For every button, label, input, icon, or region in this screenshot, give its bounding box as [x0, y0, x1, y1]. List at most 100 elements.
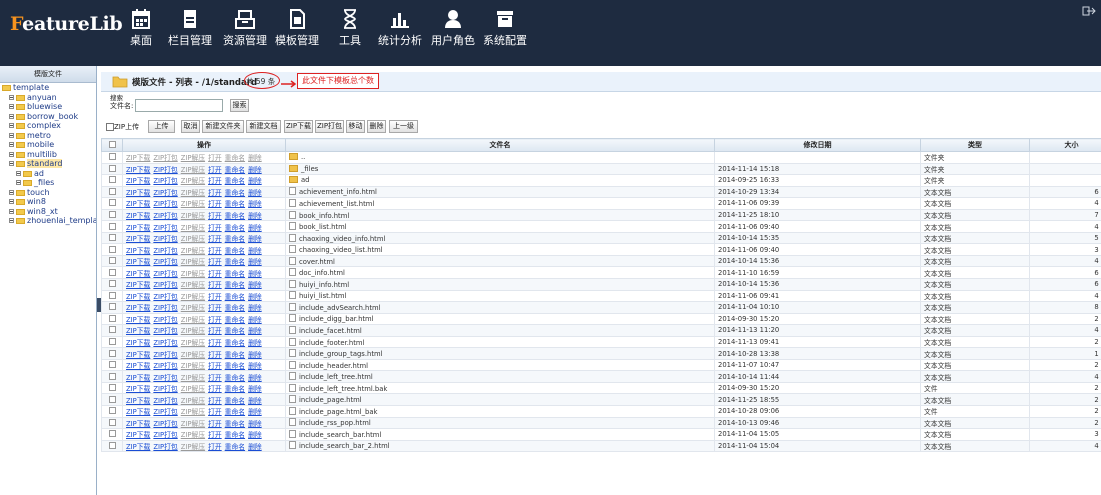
open-link[interactable]: 打开 — [208, 293, 222, 301]
tree-node[interactable]: ad — [0, 169, 96, 179]
table-row[interactable]: ZIP下载 ZIP打包 ZIP解压 打开 重命名 删除 include_facet.html… — [101, 324, 1101, 337]
open-link[interactable]: 打开 — [208, 247, 222, 255]
zip-pack-link[interactable]: ZIP打包 — [153, 293, 177, 301]
zip-download-link[interactable]: ZIP下载 — [126, 420, 150, 428]
row-checkbox[interactable] — [108, 176, 116, 184]
nav-statistics[interactable]: 统计分析 — [376, 8, 424, 60]
open-link[interactable]: 打开 — [208, 316, 222, 324]
open-link[interactable]: 打开 — [208, 351, 222, 359]
zip-download-link[interactable]: ZIP下载 — [126, 374, 150, 382]
delete-link[interactable]: 删除 — [248, 293, 262, 301]
file-name[interactable]: .. — [301, 153, 305, 161]
rename-link[interactable]: 重命名 — [225, 339, 245, 347]
open-link[interactable]: 打开 — [208, 212, 222, 220]
row-checkbox[interactable] — [108, 222, 116, 230]
nav-column-management[interactable]: 栏目管理 — [166, 8, 214, 60]
tree-node[interactable]: bluewise — [0, 102, 96, 112]
zip-pack-link[interactable]: ZIP打包 — [153, 270, 177, 278]
open-link[interactable]: 打开 — [208, 397, 222, 405]
row-checkbox[interactable] — [108, 395, 116, 403]
rename-link[interactable]: 重命名 — [225, 235, 245, 243]
filename-cell[interactable]: include_rss_pop.html — [285, 416, 715, 430]
nav-tools[interactable]: 工具 — [337, 8, 363, 60]
file-name[interactable]: achievement_info.html — [299, 188, 377, 196]
zip-download-link[interactable]: ZIP下载 — [126, 224, 150, 232]
expand-toggle-icon[interactable] — [9, 189, 14, 195]
open-link[interactable]: 打开 — [208, 443, 222, 451]
row-checkbox[interactable] — [108, 338, 116, 346]
open-link[interactable]: 打开 — [208, 431, 222, 439]
zip-download-link[interactable]: ZIP下载 — [126, 362, 150, 370]
tree-node[interactable]: metro — [0, 131, 96, 141]
expand-toggle-icon[interactable] — [9, 208, 14, 214]
table-row[interactable]: ZIP下载 ZIP打包 ZIP解压 打开 重命名 删除 doc_info.html 2014-… — [101, 266, 1101, 279]
delete-link[interactable]: 删除 — [248, 374, 262, 382]
nav-desktop[interactable]: 桌面 — [128, 8, 154, 60]
tree-node[interactable]: template — [0, 83, 96, 93]
file-name[interactable]: include_rss_pop.html — [299, 419, 371, 427]
zip-pack-link[interactable]: ZIP打包 — [153, 247, 177, 255]
nav-system-config[interactable]: 系统配置 — [481, 8, 529, 60]
filename-cell[interactable]: include_page.html_bak — [285, 405, 715, 418]
row-checkbox[interactable] — [108, 361, 116, 369]
delete-link[interactable]: 删除 — [248, 385, 262, 393]
zip-upload-checkbox[interactable] — [106, 123, 114, 131]
delete-link[interactable]: 删除 — [248, 200, 262, 208]
column-header-size[interactable]: 大小 — [1029, 138, 1101, 152]
expand-toggle-icon[interactable] — [9, 104, 14, 109]
delete-link[interactable]: 删除 — [248, 327, 262, 335]
rename-link[interactable]: 重命名 — [225, 189, 245, 197]
file-name[interactable]: chaoxing_video_list.html — [299, 246, 383, 254]
open-link[interactable]: 打开 — [208, 420, 222, 428]
zip-pack-link[interactable]: ZIP打包 — [153, 189, 177, 197]
filename-cell[interactable]: include_search_bar_2.html — [285, 439, 715, 453]
zip-download-link[interactable]: ZIP下载 — [126, 270, 150, 278]
rename-link[interactable]: 重命名 — [225, 316, 245, 324]
rename-link[interactable]: 重命名 — [225, 408, 245, 416]
delete-button[interactable]: 删除 — [367, 120, 386, 133]
table-row[interactable]: ZIP下载 ZIP打包 ZIP解压 打开 重命名 删除 achievement_info.h… — [101, 185, 1101, 199]
open-link[interactable]: 打开 — [208, 304, 222, 312]
zip-download-link[interactable]: ZIP下载 — [126, 304, 150, 312]
zip-pack-link[interactable]: ZIP打包 — [153, 397, 177, 405]
rename-link[interactable]: 重命名 — [225, 420, 245, 428]
file-name[interactable]: include_group_tags.html — [299, 350, 383, 358]
expand-toggle-icon[interactable] — [9, 94, 14, 100]
tree-node[interactable]: standard — [0, 159, 96, 169]
tree-node[interactable]: _files — [0, 178, 96, 188]
filename-cell[interactable]: include_page.html — [285, 393, 715, 407]
row-checkbox[interactable] — [108, 245, 116, 253]
rename-link[interactable]: 重命名 — [225, 166, 245, 174]
zip-download-link[interactable]: ZIP下载 — [126, 258, 150, 266]
zip-download-link[interactable]: ZIP下载 — [126, 281, 150, 289]
expand-toggle-icon[interactable] — [9, 151, 14, 157]
move-button[interactable]: 移动 — [346, 120, 365, 133]
zip-download-link[interactable]: ZIP下载 — [126, 177, 150, 185]
search-button[interactable]: 搜索 — [230, 99, 249, 112]
zip-download-link[interactable]: ZIP下载 — [126, 200, 150, 208]
zip-download-link[interactable]: ZIP下载 — [126, 351, 150, 359]
file-name[interactable]: include_page.html — [299, 396, 362, 404]
parent-folder-button[interactable]: 上一级 — [389, 120, 418, 133]
filename-cell[interactable]: ad — [285, 174, 715, 187]
rename-link[interactable]: 重命名 — [225, 327, 245, 335]
delete-link[interactable]: 删除 — [248, 224, 262, 232]
table-row[interactable]: ZIP下载 ZIP打包 ZIP解压 打开 重命名 删除 ad 2014-09-25 16:33… — [101, 174, 1101, 187]
filename-cell[interactable]: include_header.html — [285, 358, 715, 372]
filename-cell[interactable]: include_advSearch.html — [285, 301, 715, 314]
zip-pack-link[interactable]: ZIP打包 — [153, 316, 177, 324]
file-name[interactable]: include_facet.html — [299, 327, 362, 335]
expand-toggle-icon[interactable] — [9, 113, 14, 119]
row-checkbox[interactable] — [108, 211, 116, 218]
row-checkbox[interactable] — [108, 407, 116, 415]
zip-pack-link[interactable]: ZIP打包 — [153, 235, 177, 243]
expand-toggle-icon[interactable] — [9, 199, 14, 204]
table-row[interactable]: ZIP下载 ZIP打包 ZIP解压 打开 重命名 删除 include_header.htm… — [101, 358, 1101, 372]
table-row[interactable]: ZIP下载 ZIP打包 ZIP解压 打开 重命名 删除 book_info.html 2014… — [101, 208, 1101, 222]
open-link[interactable]: 打开 — [208, 258, 222, 266]
zip-download-link[interactable]: ZIP下载 — [126, 166, 150, 174]
row-checkbox[interactable] — [108, 234, 116, 242]
file-name[interactable]: include_header.html — [299, 362, 368, 370]
delete-link[interactable]: 删除 — [248, 166, 262, 174]
filename-search-input[interactable] — [135, 99, 223, 112]
